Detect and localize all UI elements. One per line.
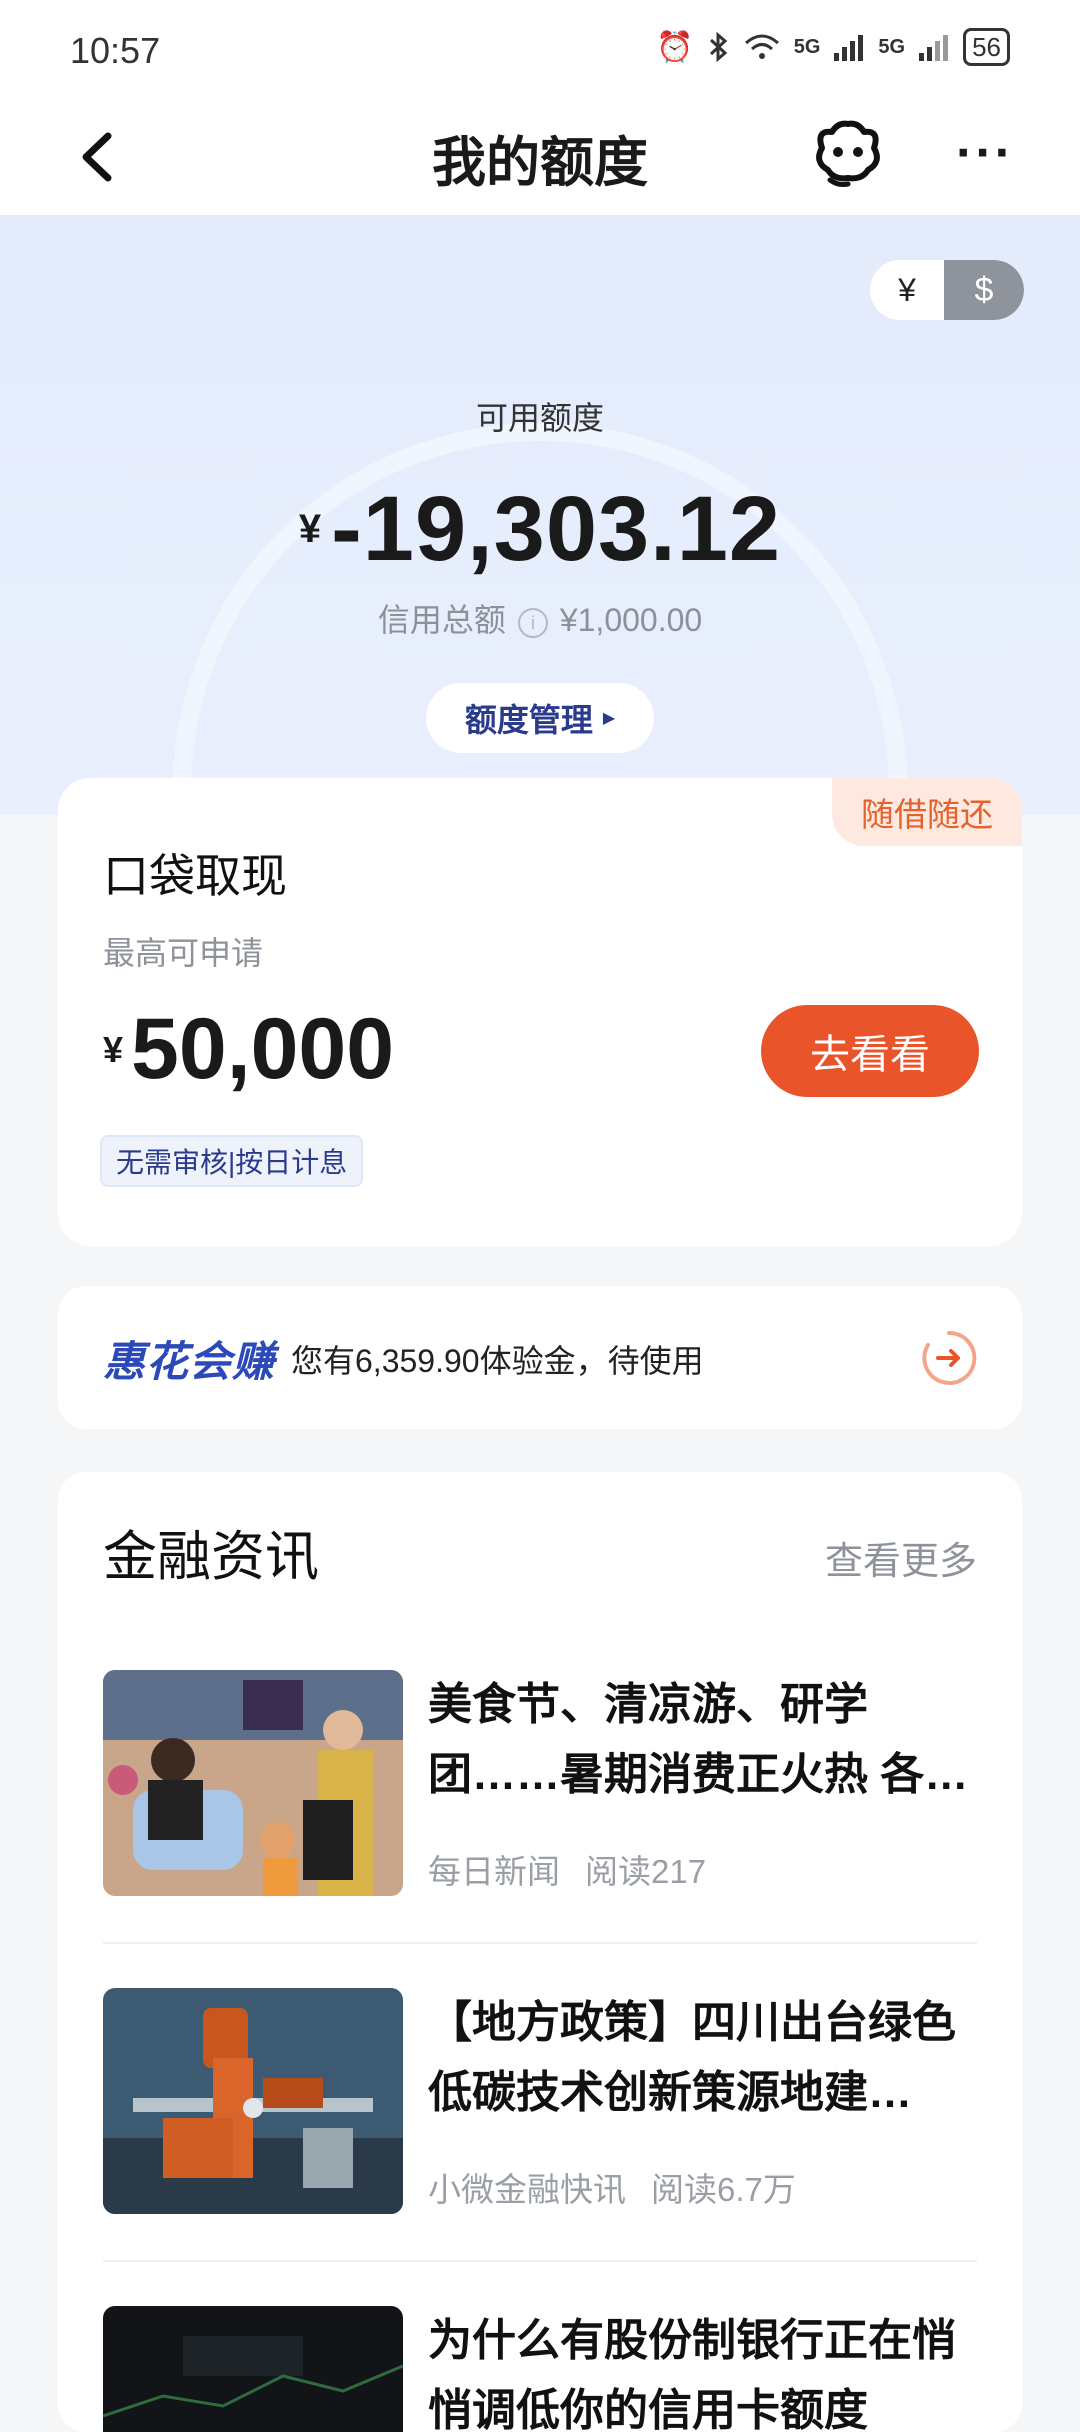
promo-logo: 惠花会赚 — [103, 1338, 276, 1385]
news-source: 每日新闻 — [428, 1853, 560, 1890]
divider — [103, 2260, 977, 2262]
view-more-link[interactable]: 查看更多 — [825, 1530, 977, 1585]
status-bar: 10:57 ⏰ 5G 5G 56 — [0, 0, 1080, 100]
quota-hero: ¥ $ 可用额度 ¥ -19,303.12 信用总额 i ¥1,000.00 额度管理… — [0, 215, 1080, 815]
news-item[interactable]: 【地方政策】四川出台绿色低碳技术创新策源地建… 小微金融快讯 阅读6.7万 — [103, 1988, 977, 2218]
news-reads: 阅读6.7万 — [651, 2171, 796, 2208]
divider — [103, 1942, 977, 1944]
credit-total-value: ¥1,000.00 — [559, 602, 703, 638]
nav-bar: 我的额度 ··· — [0, 100, 1080, 215]
available-quota-value: -19,303.12 — [331, 478, 782, 580]
wifi-icon — [744, 34, 779, 59]
signal-icon — [919, 35, 949, 61]
news-section-title: 金融资讯 — [103, 1527, 319, 1587]
status-time: 10:57 — [70, 30, 161, 71]
more-icon: ··· — [956, 124, 1014, 182]
cash-card-amount: ¥50,000 — [103, 1000, 394, 1099]
news-thumbnail — [103, 2306, 403, 2432]
signal-1-label: 5G — [793, 36, 821, 58]
cash-card-subtitle: 最高可申请 — [103, 935, 264, 971]
promo-banner[interactable]: 惠花会赚 您有6,359.90体验金，待使用 — [58, 1286, 1022, 1429]
news-item[interactable]: 为什么有股份制银行正在悄悄调低你的信用卡额度 — [103, 2306, 977, 2432]
triangle-right-icon: ▶ — [602, 710, 616, 727]
cash-card-title: 口袋取现 — [103, 850, 287, 902]
quota-manage-button[interactable]: 额度管理 ▶ — [426, 683, 654, 753]
bluetooth-icon — [709, 31, 727, 63]
news-thumbnail — [103, 1670, 403, 1896]
currency-toggle[interactable]: ¥ $ — [870, 260, 1024, 320]
cash-card-tag: 无需审核|按日计息 — [100, 1135, 364, 1187]
promo-text: 您有6,359.90体验金，待使用 — [291, 1343, 704, 1379]
news-thumbnail — [103, 1988, 403, 2214]
arrow-circle-icon[interactable] — [920, 1329, 978, 1387]
battery-indicator: 56 — [963, 28, 1010, 66]
news-headline: 美食节、清凉游、研学团……暑期消费正火热 各… — [428, 1680, 969, 1799]
robot-service-icon — [816, 120, 880, 187]
currency-symbol: ¥ — [298, 507, 322, 551]
alarm-icon: ⏰ — [656, 30, 694, 64]
news-meta: 小微金融快讯 阅读6.7万 — [428, 2163, 796, 2211]
status-icons: ⏰ 5G 5G 56 — [656, 28, 1010, 66]
info-icon[interactable]: i — [517, 607, 548, 638]
pocket-cash-card[interactable]: 随借随还 口袋取现 最高可申请 ¥50,000 去看看 无需审核|按日计息 — [58, 778, 1022, 1246]
more-button[interactable]: ··· — [950, 118, 1020, 188]
news-meta: 每日新闻 阅读217 — [428, 1845, 706, 1893]
go-see-button[interactable]: 去看看 — [761, 1005, 979, 1097]
available-quota-label: 可用额度 — [475, 400, 604, 436]
signal-icon — [834, 35, 864, 61]
currency-usd-option[interactable]: $ — [944, 260, 1024, 320]
flexible-repay-badge: 随借随还 — [832, 778, 1022, 846]
currency-cny-option[interactable]: ¥ — [870, 260, 944, 320]
credit-total: 信用总额 i ¥1,000.00 — [0, 595, 1080, 641]
news-headline: 为什么有股份制银行正在悄悄调低你的信用卡额度 — [428, 2316, 956, 2432]
news-reads: 阅读217 — [585, 1853, 707, 1890]
currency-symbol: ¥ — [103, 1028, 124, 1070]
credit-total-label: 信用总额 — [377, 602, 506, 638]
cash-card-amount-value: 50,000 — [131, 1001, 395, 1097]
news-item[interactable]: 美食节、清凉游、研学团……暑期消费正火热 各… 每日新闻 阅读217 — [103, 1670, 977, 1900]
news-headline: 【地方政策】四川出台绿色低碳技术创新策源地建… — [428, 1998, 956, 2117]
signal-2-label: 5G — [878, 36, 906, 58]
available-quota-amount: ¥ -19,303.12 — [0, 477, 1080, 582]
customer-service-button[interactable] — [808, 118, 888, 188]
finance-news-section: 金融资讯 查看更多 美食节、清凉游、研学团……暑期消费正火热 各… 每日新闻 阅读… — [58, 1472, 1022, 2432]
page-title: 我的额度 — [432, 133, 648, 193]
quota-manage-label: 额度管理 — [464, 702, 593, 738]
news-source: 小微金融快讯 — [428, 2171, 626, 2208]
